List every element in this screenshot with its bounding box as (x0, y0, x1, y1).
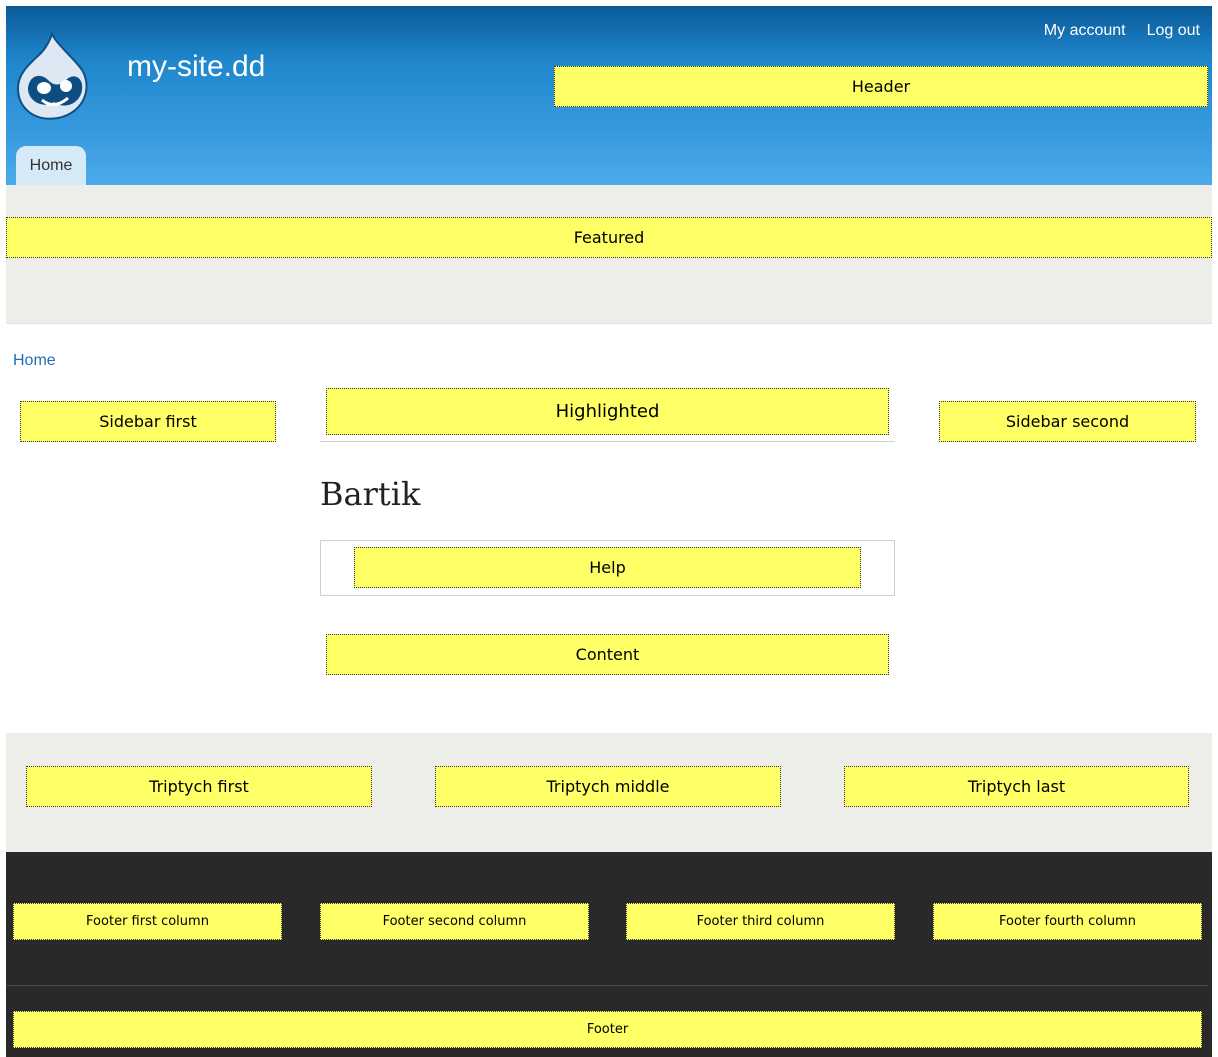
highlighted-divider (320, 441, 895, 442)
sidebar-second-region: Sidebar second (939, 401, 1196, 442)
sidebar-first-region: Sidebar first (20, 401, 276, 442)
my-account-link[interactable]: My account (1044, 22, 1126, 40)
site-name[interactable]: my-site.dd (127, 50, 265, 84)
drupal-drop-logo-icon[interactable] (14, 32, 92, 120)
featured-region: Featured (6, 217, 1212, 258)
footer-first-column-region: Footer first column (13, 903, 282, 940)
triptych-first-region: Triptych first (26, 766, 372, 807)
help-region: Help (354, 547, 861, 588)
footer-fourth-column-region: Footer fourth column (933, 903, 1202, 940)
footer-third-column-region: Footer third column (626, 903, 895, 940)
log-out-link[interactable]: Log out (1147, 22, 1200, 40)
footer-region: Footer (13, 1011, 1202, 1048)
footer-divider (6, 985, 1208, 986)
page-title: Bartik (320, 475, 421, 513)
triptych-middle-region: Triptych middle (435, 766, 781, 807)
footer-second-column-region: Footer second column (320, 903, 589, 940)
triptych-last-region: Triptych last (844, 766, 1189, 807)
breadcrumb-home-link[interactable]: Home (13, 352, 56, 370)
header-region: Header (554, 66, 1208, 107)
highlighted-region: Highlighted (326, 388, 889, 435)
secondary-menu: My account Log out (1044, 22, 1200, 40)
content-region: Content (326, 634, 889, 675)
main-menu-tab-home[interactable]: Home (16, 146, 86, 185)
